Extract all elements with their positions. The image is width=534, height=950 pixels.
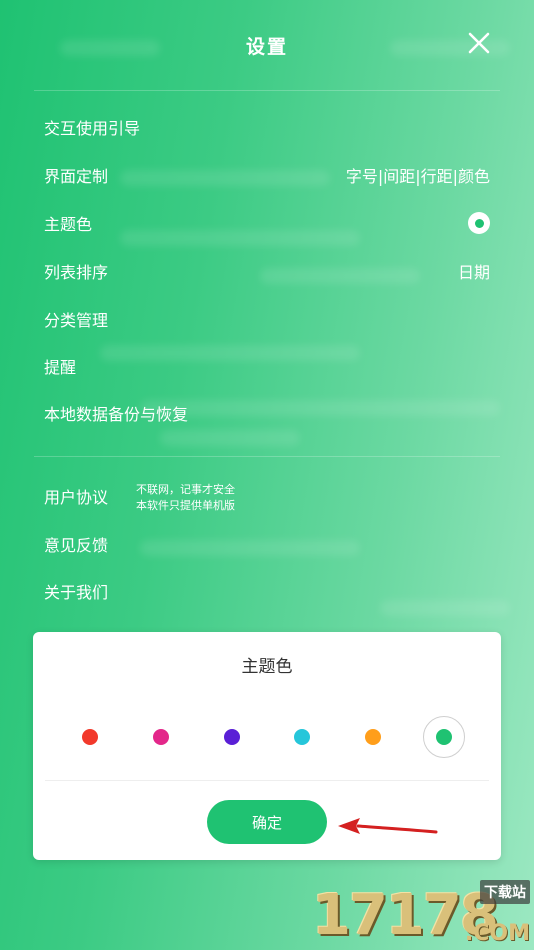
settings-item-value: 字号|间距|行距|颜色 <box>345 167 490 186</box>
color-swatch[interactable] <box>211 716 253 758</box>
settings-item-label: 主题色 <box>44 215 93 234</box>
annotation-arrow-icon <box>338 818 438 834</box>
settings-item-ui-custom[interactable]: 界面定制 字号|间距|行距|颜色 <box>44 151 490 199</box>
theme-color-indicator-icon <box>468 212 490 234</box>
settings-item-label: 界面定制 <box>44 167 109 186</box>
settings-item-label: 意见反馈 <box>44 536 109 555</box>
divider-middle <box>34 456 500 457</box>
settings-item-guide[interactable]: 交互使用引导 <box>44 103 490 151</box>
settings-item-sort[interactable]: 列表排序 日期 <box>44 247 490 295</box>
color-swatch-list <box>69 716 465 758</box>
settings-item-label: 关于我们 <box>44 583 109 602</box>
settings-item-theme-color[interactable]: 主题色 <box>44 199 490 247</box>
color-dot <box>436 729 452 745</box>
color-dot <box>223 729 240 745</box>
settings-item-category[interactable]: 分类管理 <box>44 295 490 343</box>
divider-top <box>34 90 500 91</box>
color-swatch[interactable] <box>352 716 394 758</box>
color-swatch[interactable] <box>69 716 111 758</box>
header: 设置 <box>0 0 534 90</box>
settings-item-label: 交互使用引导 <box>44 119 141 138</box>
offline-note-line: 不联网，记事才安全 <box>136 483 235 496</box>
settings-item-agreement[interactable]: 用户协议 <box>44 472 490 520</box>
settings-item-about[interactable]: 关于我们 <box>44 567 490 615</box>
settings-item-value: 日期 <box>457 263 490 282</box>
settings-item-feedback[interactable]: 意见反馈 <box>44 520 490 568</box>
watermark-tag: 下载站 <box>480 880 530 904</box>
color-dot <box>294 729 311 745</box>
settings-item-backup[interactable]: 本地数据备份与恢复 <box>44 389 490 437</box>
dialog-title: 主题色 <box>241 657 293 677</box>
offline-note: 不联网，记事才安全 本软件只提供单机版 <box>136 482 235 514</box>
color-dot <box>365 729 382 745</box>
watermark-com: .COM <box>464 921 530 946</box>
settings-item-label: 本地数据备份与恢复 <box>44 405 189 424</box>
settings-item-label: 列表排序 <box>44 263 109 282</box>
settings-item-label: 提醒 <box>44 358 77 377</box>
color-swatch[interactable] <box>423 716 465 758</box>
settings-item-label: 用户协议 <box>44 488 109 507</box>
close-button[interactable] <box>466 30 492 56</box>
color-dot <box>152 729 169 745</box>
settings-item-reminder[interactable]: 提醒 <box>44 342 490 390</box>
close-icon <box>468 32 490 54</box>
site-watermark: 17178 下载站 .COM <box>304 876 534 950</box>
offline-note-line: 本软件只提供单机版 <box>136 499 235 512</box>
settings-item-label: 分类管理 <box>44 311 109 330</box>
confirm-button[interactable]: 确定 <box>207 800 327 844</box>
page-title: 设置 <box>245 36 288 58</box>
color-swatch[interactable] <box>140 716 182 758</box>
dialog-divider <box>45 780 489 781</box>
color-dot <box>82 729 98 745</box>
color-swatch[interactable] <box>281 716 323 758</box>
